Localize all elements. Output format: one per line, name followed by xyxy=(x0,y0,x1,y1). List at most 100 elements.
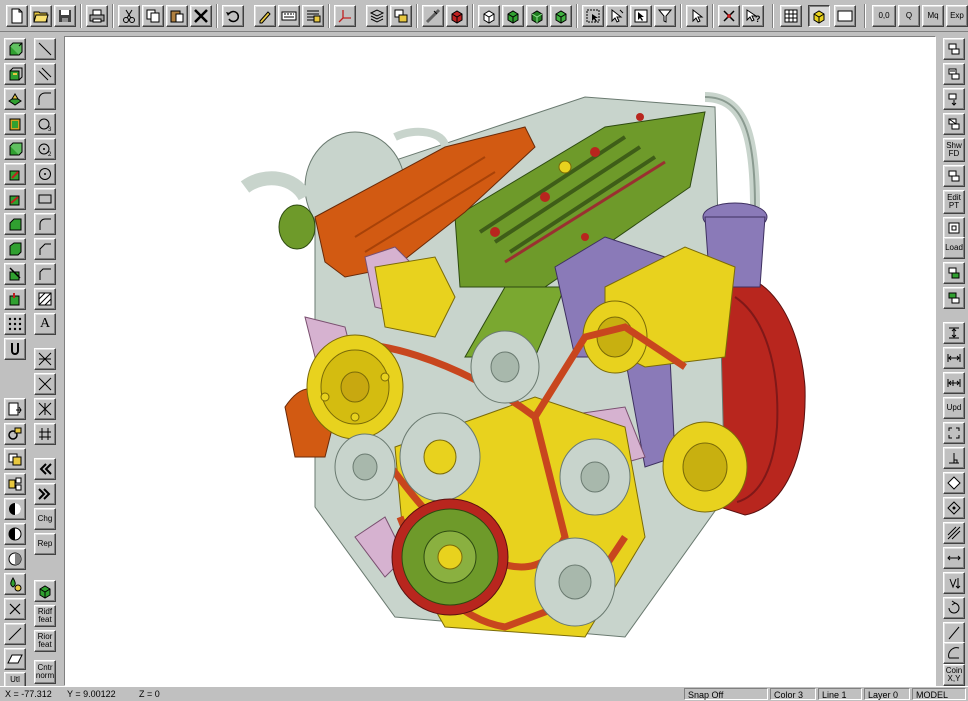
iso-view-cube-icon[interactable] xyxy=(808,5,830,27)
open-folder-icon[interactable] xyxy=(30,5,52,27)
part-down-icon[interactable] xyxy=(943,88,965,110)
layers-icon[interactable] xyxy=(366,5,388,27)
part-copy-icon[interactable] xyxy=(943,63,965,85)
draw-line-icon[interactable] xyxy=(4,623,26,645)
ridf-feat-button[interactable]: Ridf feat xyxy=(34,605,56,627)
extrude-solid-icon[interactable] xyxy=(4,38,26,60)
fillet-corner-icon[interactable] xyxy=(34,213,56,235)
next-chevron-icon[interactable] xyxy=(34,483,56,505)
solid-draft-icon[interactable] xyxy=(4,288,26,310)
q-button[interactable]: Q xyxy=(898,5,920,27)
change-button[interactable]: Chg xyxy=(34,508,56,530)
part-frame-icon[interactable] xyxy=(943,217,965,239)
cntr-norm-button[interactable]: Cntr norm xyxy=(34,660,56,684)
print-icon[interactable] xyxy=(86,5,108,27)
multi-select-icon[interactable] xyxy=(606,5,628,27)
dimension-aligned-icon[interactable] xyxy=(943,372,965,394)
insert-part-icon[interactable] xyxy=(4,398,26,420)
shade-half-icon[interactable] xyxy=(4,523,26,545)
help-query-icon[interactable]: ? xyxy=(742,5,764,27)
extend-x-icon[interactable] xyxy=(34,398,56,420)
cut-scissors-icon[interactable] xyxy=(118,5,140,27)
windows-icon[interactable] xyxy=(390,5,412,27)
filter-icon[interactable] xyxy=(654,5,676,27)
layer-status[interactable]: Layer 0 xyxy=(864,688,910,700)
sketch-pencil-icon[interactable] xyxy=(254,5,276,27)
feature-cube-icon[interactable] xyxy=(34,580,56,602)
model-viewport[interactable] xyxy=(64,36,936,686)
color-solid-icon[interactable] xyxy=(446,5,468,27)
origin-button[interactable]: 0,0 xyxy=(872,5,896,27)
edit-pt-button[interactable]: Edit PT xyxy=(943,190,965,214)
diamond-snap-icon[interactable] xyxy=(943,472,965,494)
arc-tool-icon[interactable] xyxy=(34,88,56,110)
shade-full-icon[interactable] xyxy=(4,498,26,520)
slant-line-icon[interactable] xyxy=(943,622,965,644)
dimension-vertical-icon[interactable] xyxy=(943,322,965,344)
align-arrows-icon[interactable] xyxy=(943,547,965,569)
part-paste-icon[interactable] xyxy=(943,113,965,135)
perpendicular-icon[interactable] xyxy=(943,447,965,469)
save-disk-icon[interactable] xyxy=(54,5,76,27)
render-cube-icon[interactable] xyxy=(550,5,572,27)
part-green-alt-icon[interactable] xyxy=(943,287,965,309)
load-button[interactable]: Load xyxy=(943,237,965,259)
axis-triad-icon[interactable] xyxy=(334,5,356,27)
snap-status[interactable]: Snap Off xyxy=(684,688,768,700)
parallel-line-icon[interactable] xyxy=(34,63,56,85)
dimension-horizontal-icon[interactable] xyxy=(943,347,965,369)
replace-part-icon[interactable] xyxy=(4,448,26,470)
trim-x-icon[interactable] xyxy=(34,348,56,370)
previous-chevron-icon[interactable] xyxy=(34,458,56,480)
shell-solid-icon[interactable] xyxy=(4,113,26,135)
color-drop-icon[interactable] xyxy=(4,573,26,595)
boolean-add-icon[interactable] xyxy=(4,138,26,160)
shade-outline-icon[interactable] xyxy=(4,548,26,570)
delete-x-icon[interactable] xyxy=(190,5,212,27)
solid-block-icon[interactable] xyxy=(4,238,26,260)
text-tool-button[interactable]: A xyxy=(34,313,56,335)
explode-view-icon[interactable] xyxy=(4,473,26,495)
assembly-link-icon[interactable] xyxy=(4,423,26,445)
circle-3pt-icon[interactable]: 3 xyxy=(34,113,56,135)
boolean-remove-icon[interactable] xyxy=(4,163,26,185)
line-tool-icon[interactable] xyxy=(34,38,56,60)
cancel-x-icon[interactable] xyxy=(4,598,26,620)
select-arrow-box-icon[interactable] xyxy=(630,5,652,27)
angle-hatch-icon[interactable] xyxy=(943,522,965,544)
pointer-arrow-icon[interactable] xyxy=(686,5,708,27)
sweep-solid-icon[interactable] xyxy=(4,88,26,110)
keyboard-icon[interactable] xyxy=(278,5,300,27)
analyze-tools-icon[interactable] xyxy=(718,5,740,27)
circle-2pt-icon[interactable]: 2 xyxy=(34,138,56,160)
arc-snap-icon[interactable] xyxy=(943,642,965,664)
plane-tool-icon[interactable] xyxy=(4,648,26,670)
mode-status[interactable]: MODEL xyxy=(912,688,966,700)
hole-tool-icon[interactable] xyxy=(4,338,26,360)
fillet-solid-icon[interactable] xyxy=(4,188,26,210)
hatch-tool-icon[interactable] xyxy=(34,288,56,310)
wireframe-cube-icon[interactable] xyxy=(478,5,500,27)
chamfer-corner-icon[interactable] xyxy=(34,238,56,260)
trim-corner-icon[interactable] xyxy=(34,263,56,285)
undo-icon[interactable] xyxy=(222,5,244,27)
rectangle-tool-icon[interactable] xyxy=(34,188,56,210)
coin-xy-button[interactable]: Coin X,Y xyxy=(943,664,965,686)
exp-button[interactable]: Exp xyxy=(946,5,968,27)
shaded-cube-icon[interactable] xyxy=(502,5,524,27)
vertical-align-icon[interactable] xyxy=(943,572,965,594)
shaded-edges-cube-icon[interactable] xyxy=(526,5,548,27)
copy-icon[interactable] xyxy=(142,5,164,27)
window-select-icon[interactable] xyxy=(582,5,604,27)
revolve-solid-icon[interactable] xyxy=(4,63,26,85)
diamond-outline-icon[interactable] xyxy=(943,497,965,519)
intersect-hash-icon[interactable] xyxy=(34,423,56,445)
break-x-icon[interactable] xyxy=(34,373,56,395)
part-stack-icon[interactable] xyxy=(943,38,965,60)
paste-icon[interactable] xyxy=(166,5,188,27)
line-status[interactable]: Line 1 xyxy=(818,688,862,700)
circle-center-icon[interactable] xyxy=(34,163,56,185)
repeat-button[interactable]: Rep xyxy=(34,533,56,555)
pattern-grid-icon[interactable] xyxy=(4,313,26,335)
show-fd-button[interactable]: Shw FD xyxy=(943,138,965,162)
